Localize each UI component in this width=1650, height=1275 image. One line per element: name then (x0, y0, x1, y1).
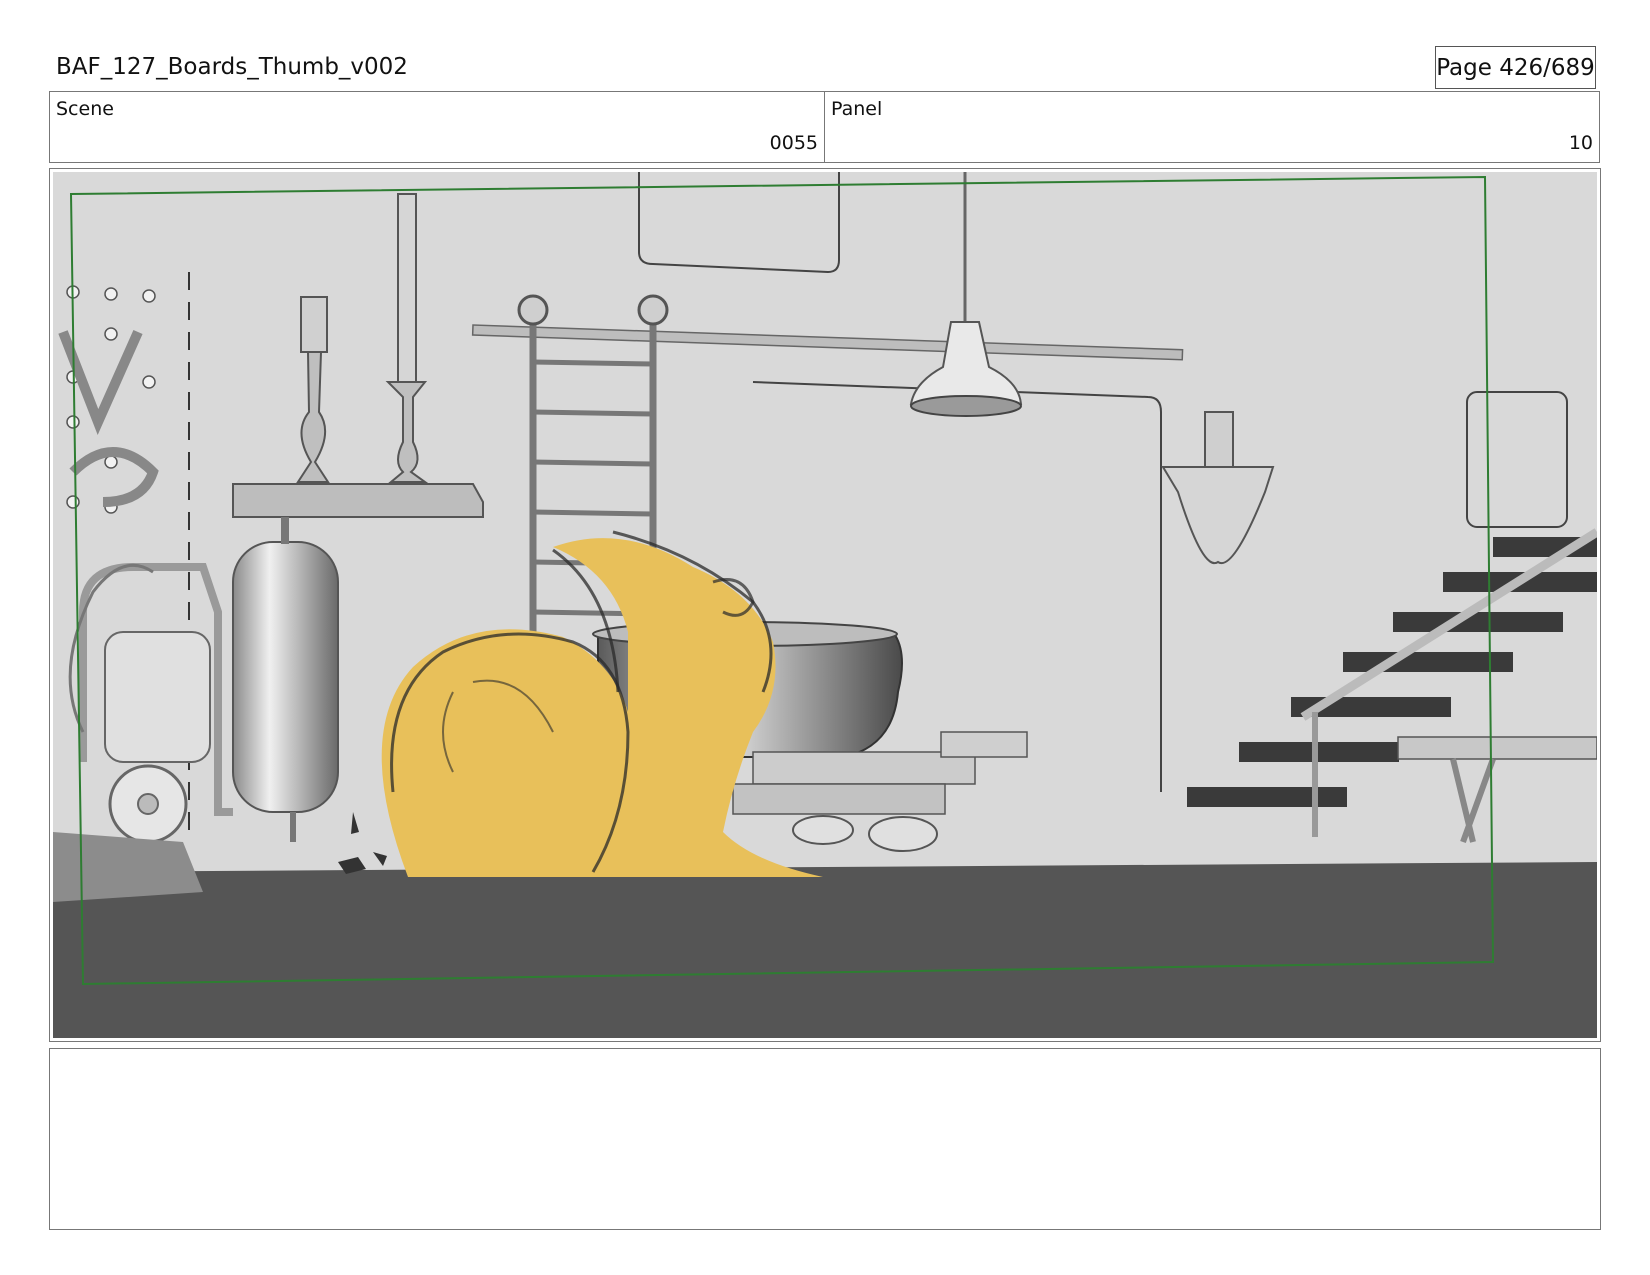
scene-label: Scene (56, 98, 114, 120)
panel-notes (49, 1048, 1601, 1230)
sconce-candle (1204, 411, 1234, 468)
page-number: Page 426/689 (1435, 46, 1596, 89)
floor-ramp (53, 832, 203, 902)
cart-hub (137, 793, 159, 815)
document-title: BAF_127_Boards_Thumb_v002 (56, 54, 408, 80)
panel-image-frame (49, 168, 1601, 1042)
shelf (232, 483, 484, 518)
panel-number: 10 (1568, 132, 1593, 154)
ladder-hook-right (637, 294, 669, 326)
floor (53, 862, 1597, 1038)
scene-cell: Scene 0055 (50, 92, 824, 162)
generator (104, 631, 211, 763)
candle-tall (397, 193, 417, 385)
step-block (940, 731, 1028, 758)
pedestal-foot-left (792, 815, 854, 845)
pedestal-foot-right (868, 816, 938, 852)
storyboard-panel-image (53, 172, 1597, 1038)
lamp-rim (910, 395, 1022, 417)
pedestal-base (732, 783, 946, 815)
candle-short (300, 296, 328, 353)
side-table (1397, 736, 1597, 760)
panel-label: Panel (831, 98, 883, 120)
panel-cell: Panel 10 (824, 92, 1599, 162)
ladder-hook-left (517, 294, 549, 326)
gas-tank (232, 541, 339, 813)
scene-panel-info: Scene 0055 Panel 10 (49, 91, 1600, 163)
scene-number: 0055 (769, 132, 818, 154)
